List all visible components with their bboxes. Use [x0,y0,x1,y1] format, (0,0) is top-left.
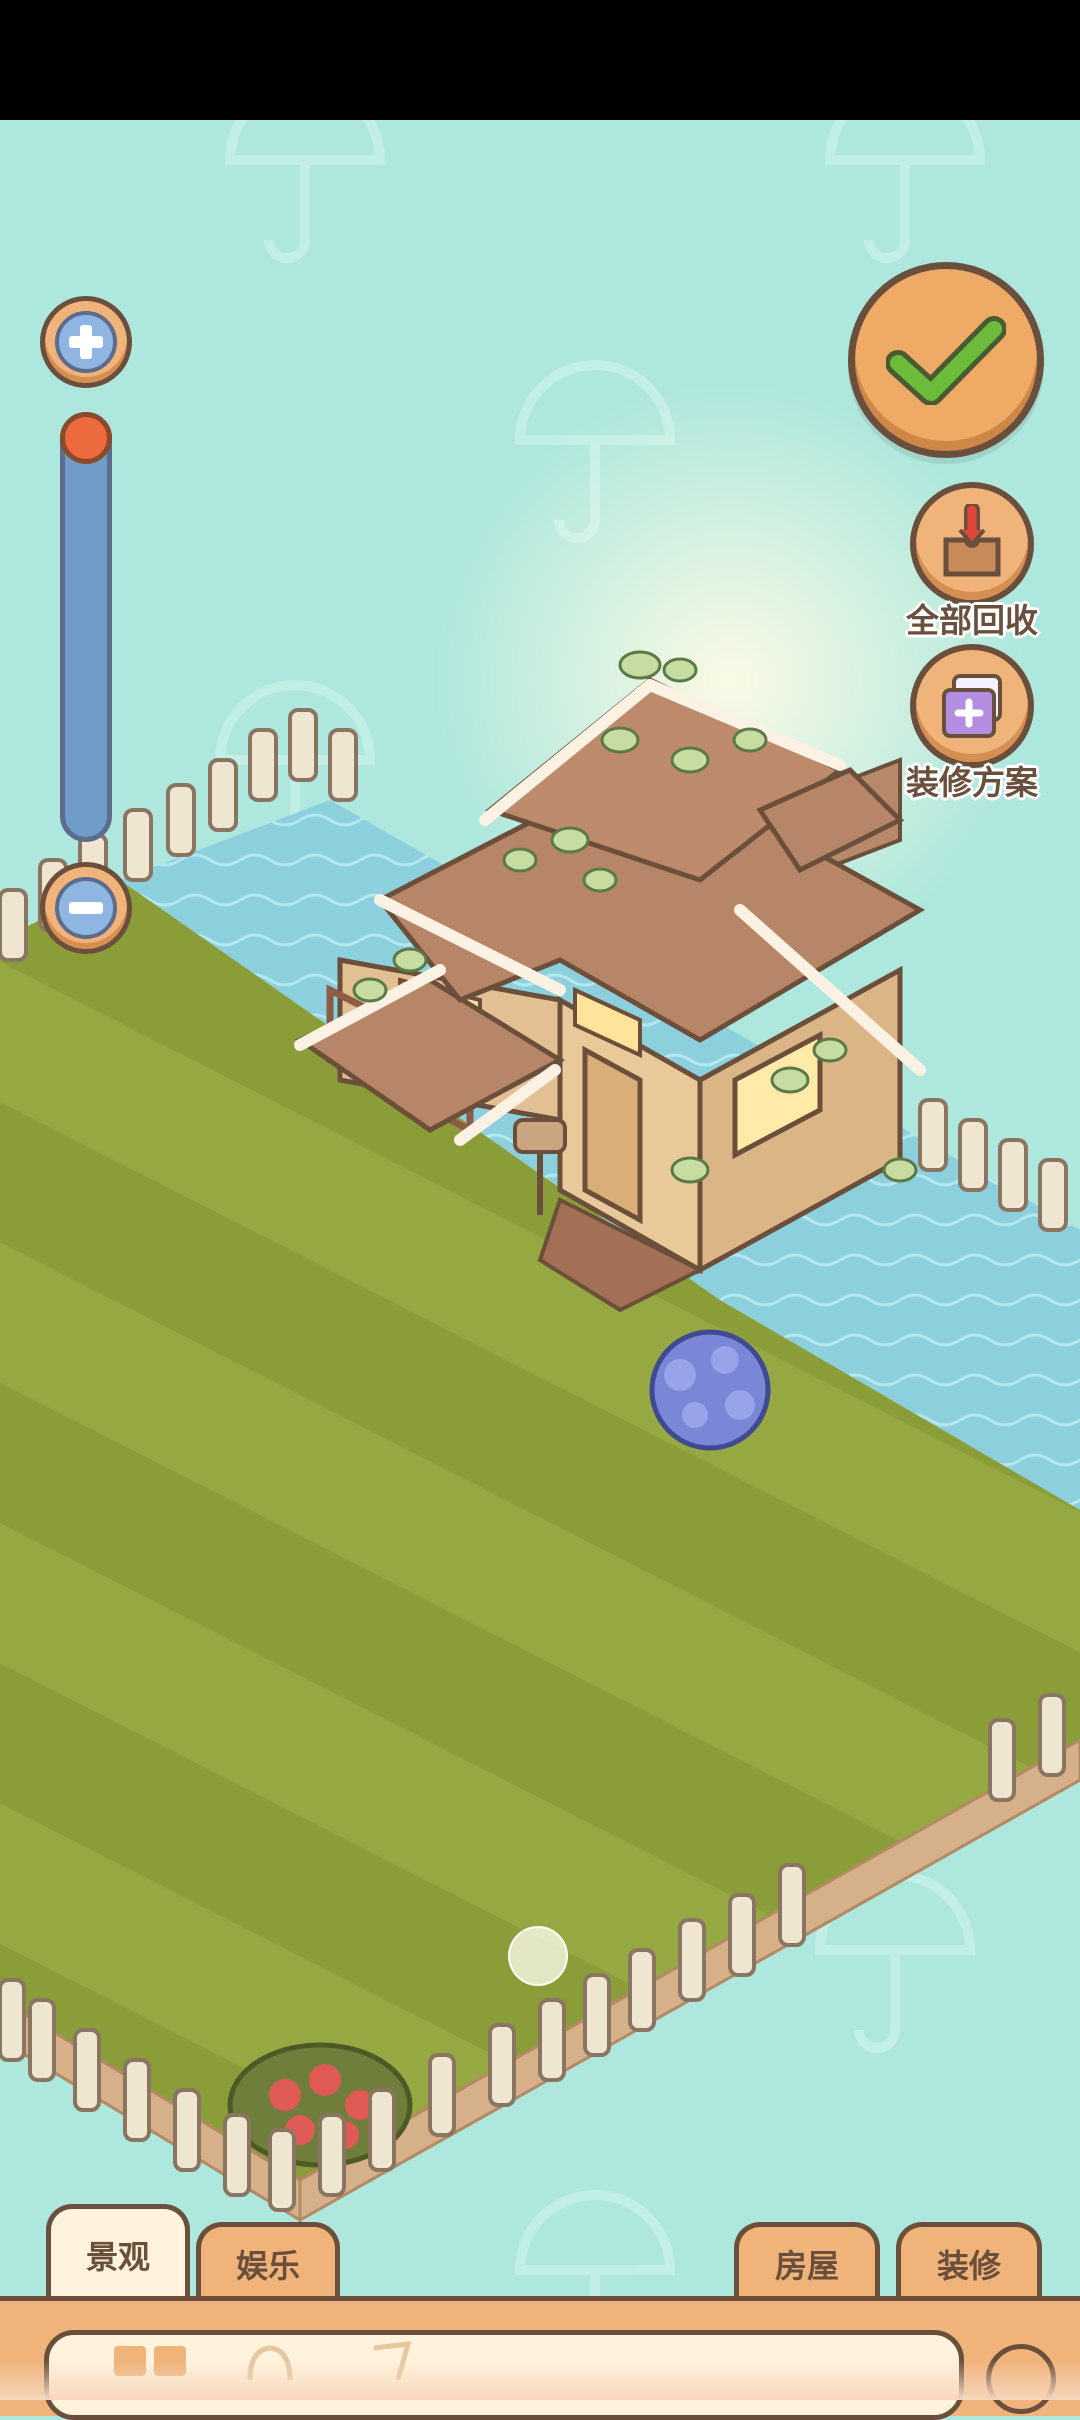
renovation-plan-icon [942,674,1002,738]
game-scene[interactable] [0,120,1080,2400]
zoom-slider-knob[interactable] [60,412,112,464]
plus-icon [55,311,117,373]
touch-indicator [508,1926,568,1986]
minus-icon [55,877,117,939]
recycle-all-label: 全部回收 [906,601,1038,640]
tab-house[interactable]: 房屋 [734,2222,880,2300]
status-bar [0,0,1080,120]
zoom-out-button[interactable] [40,862,132,954]
recycle-box-icon [943,504,1001,577]
tab-decoration[interactable]: 装修 [896,2222,1042,2300]
isometric-garden [0,120,1080,2373]
hydrangea-bush[interactable] [649,1329,771,1451]
renovation-plan-button[interactable] [910,644,1034,768]
checkmark-icon [886,316,1006,405]
zoom-in-button[interactable] [40,296,132,388]
recycle-all-button[interactable] [910,482,1034,606]
tab-landscape[interactable]: 景观 [46,2204,190,2300]
tab-entertainment[interactable]: 娱乐 [196,2222,340,2300]
zoom-slider-track[interactable] [60,412,112,842]
bottom-fade [0,2360,1080,2400]
confirm-button[interactable] [848,262,1044,458]
renovation-plan-label: 装修方案 [906,763,1038,802]
